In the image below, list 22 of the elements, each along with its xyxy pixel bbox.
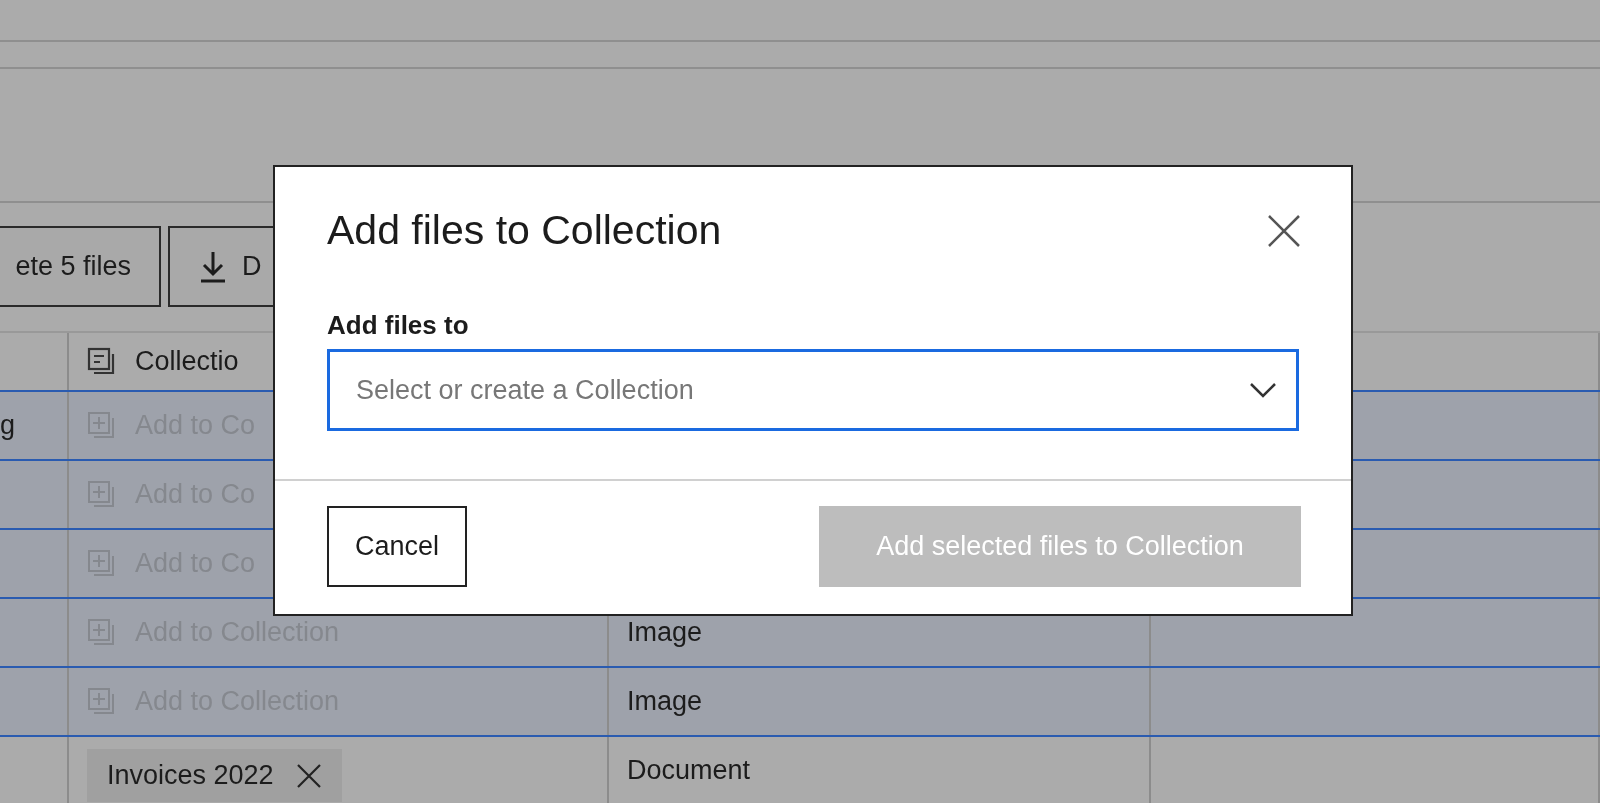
cancel-button[interactable]: Cancel: [327, 506, 468, 587]
add-to-collection-icon: [87, 410, 117, 441]
add-to-collection-icon: [87, 479, 117, 510]
delete-button[interactable]: ete 5 files: [0, 226, 161, 307]
remove-icon[interactable]: [295, 762, 322, 789]
add-to-collection-icon: [87, 617, 117, 648]
table-cell: Image: [627, 686, 703, 717]
close-button[interactable]: [1267, 213, 1301, 248]
table-cell: Image: [627, 617, 703, 648]
collection-select[interactable]: Select or create a Collection: [327, 349, 1299, 431]
tag-label: Invoices 2022: [107, 760, 274, 791]
table-row[interactable]: Invoices 2022 Document: [0, 737, 1600, 803]
column-header[interactable]: Collectio: [135, 346, 239, 377]
download-icon: [198, 249, 228, 284]
collection-icon: [87, 346, 117, 377]
dialog-title: Add files to Collection: [327, 207, 722, 254]
add-to-collection-icon: [87, 686, 117, 717]
table-cell: Document: [627, 755, 751, 786]
chevron-icon: [1249, 382, 1277, 398]
add-to-collection-icon: [87, 548, 117, 579]
table-cell: g: [0, 410, 16, 441]
field-label: Add files to: [327, 310, 470, 341]
